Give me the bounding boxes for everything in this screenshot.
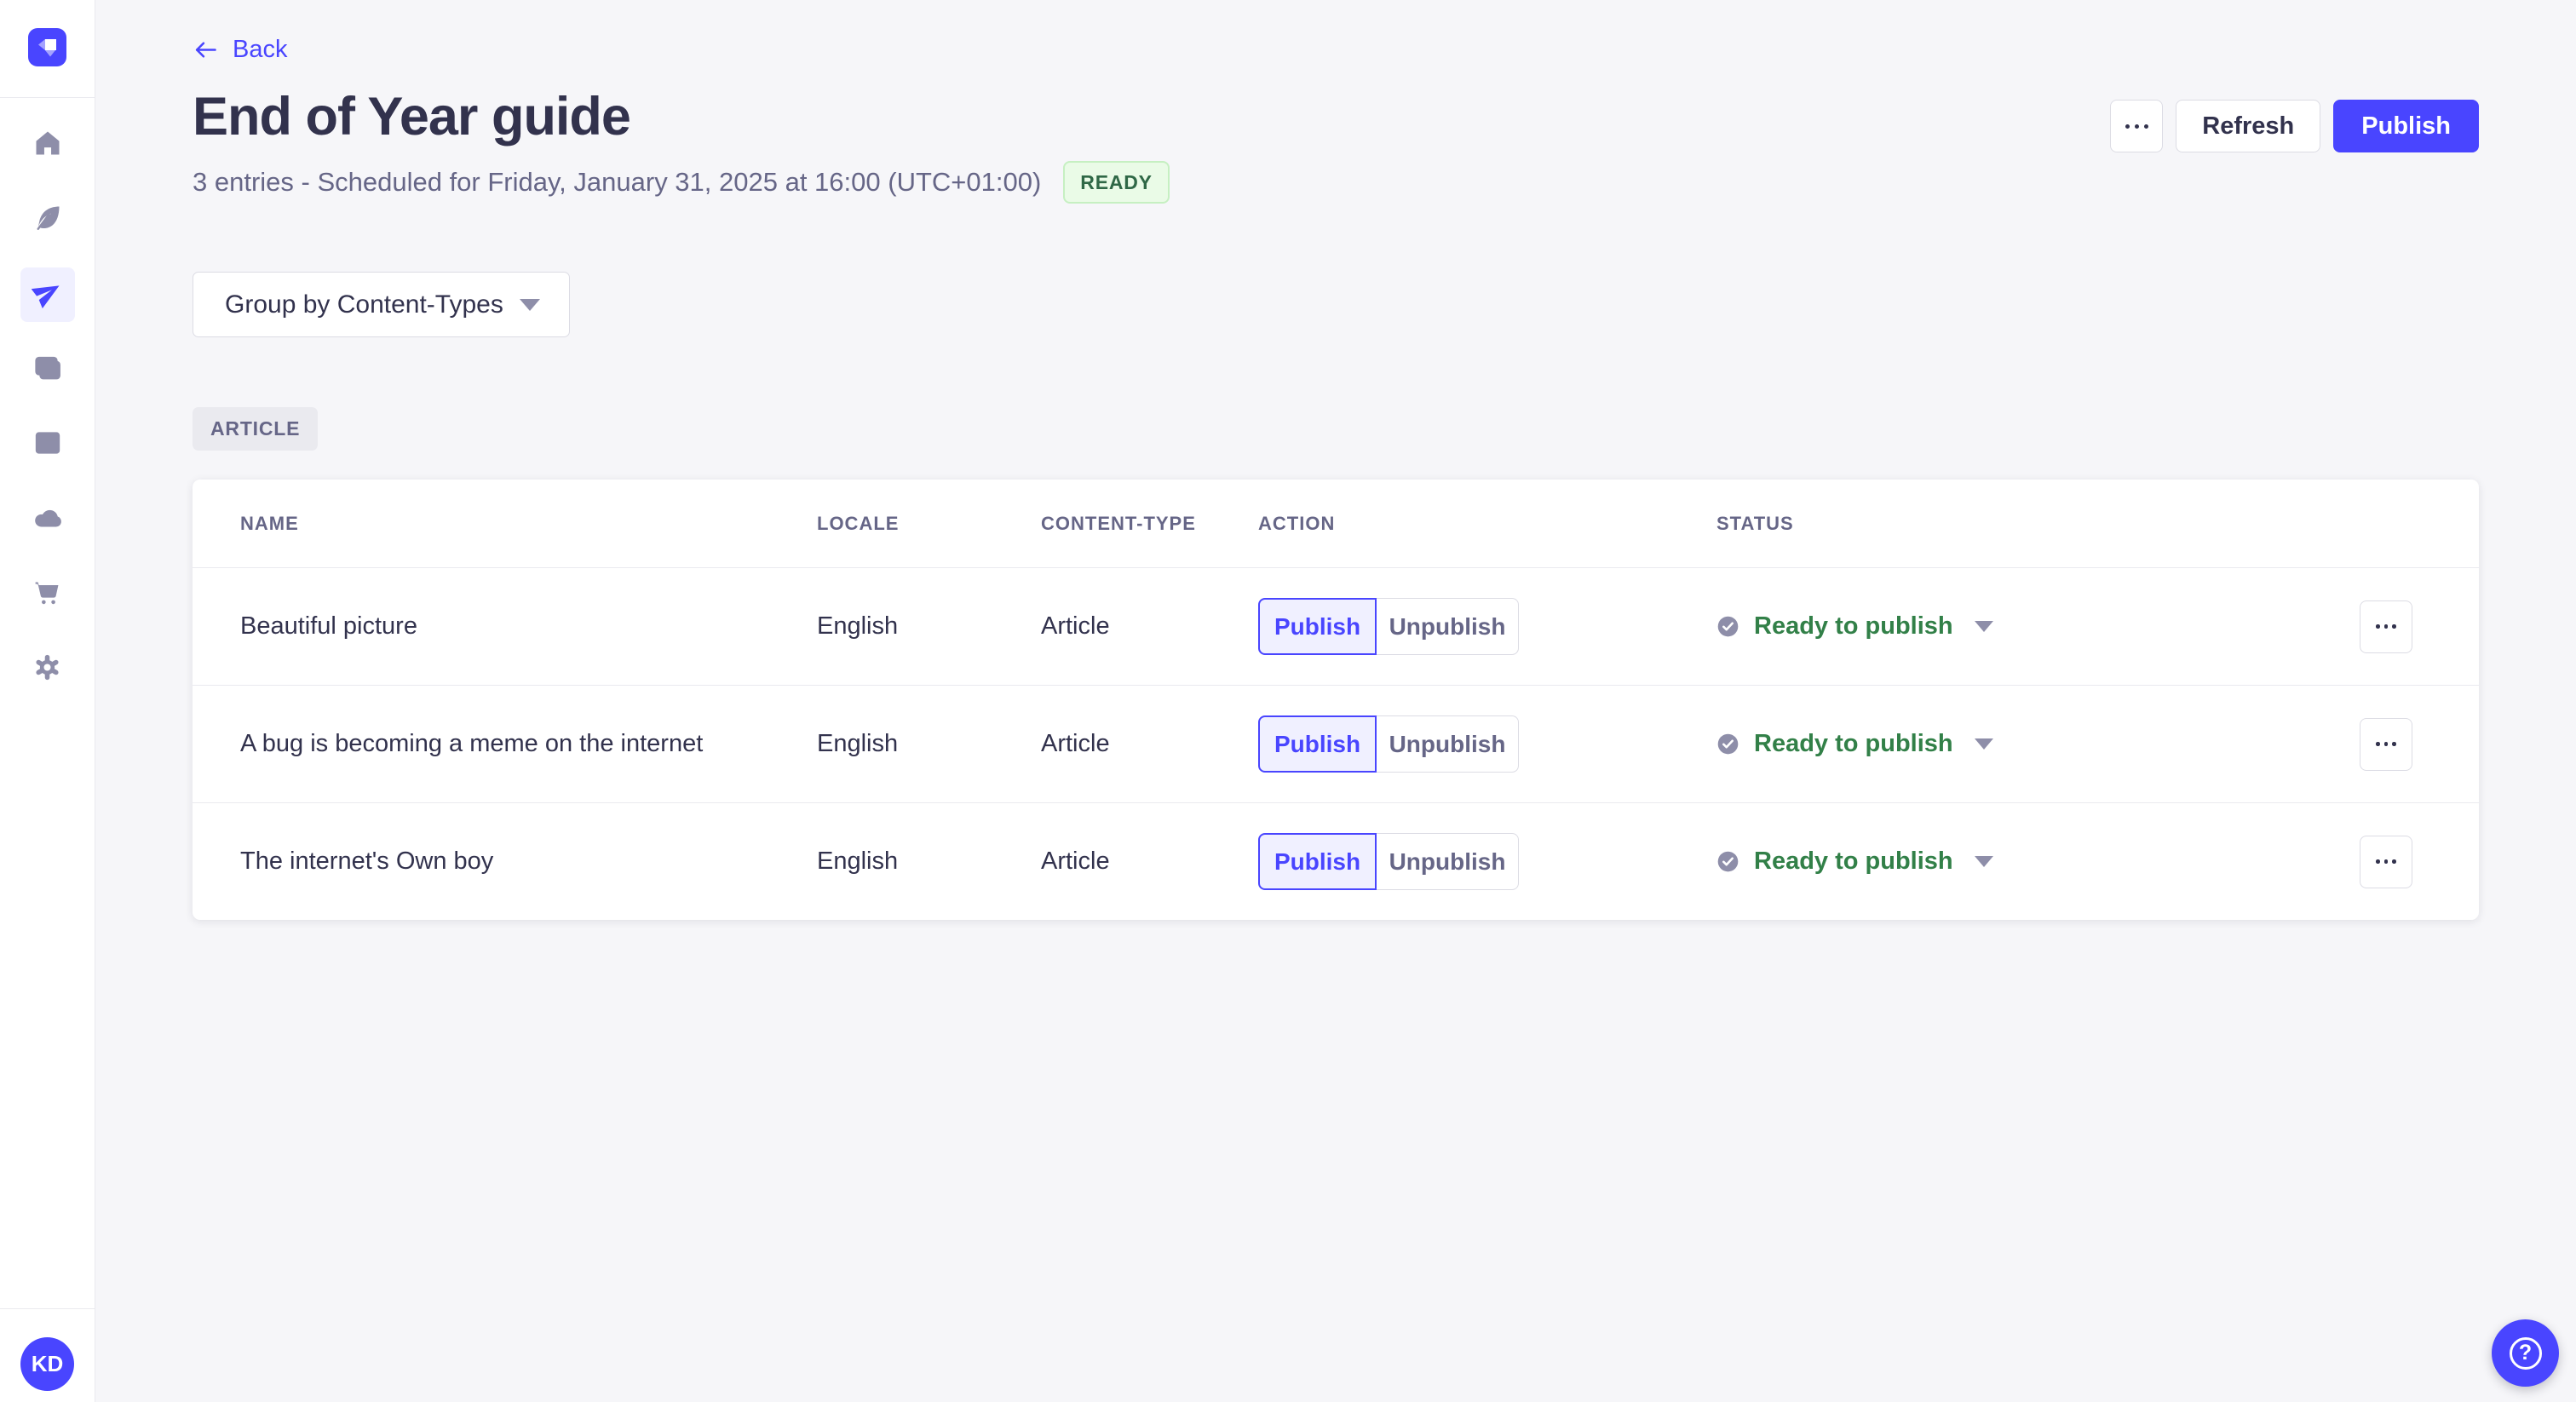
table-header-row: NAME LOCALE CONTENT-TYPE ACTION STATUS: [193, 480, 2479, 567]
entry-name: Beautiful picture: [240, 612, 417, 640]
check-circle-icon: [1717, 733, 1739, 755]
avatar[interactable]: KD: [20, 1337, 74, 1391]
entry-name: The internet's Own boy: [240, 848, 494, 875]
entry-more-cell: [2360, 600, 2412, 653]
column-header-name: NAME: [240, 512, 299, 534]
table-row: Beautiful picture English Article Publis…: [193, 567, 2479, 685]
back-link[interactable]: Back: [193, 36, 287, 64]
entries-table-card: NAME LOCALE CONTENT-TYPE ACTION STATUS B…: [193, 480, 2479, 920]
ellipsis-icon: [2125, 124, 2148, 129]
check-circle-icon: [1717, 851, 1739, 872]
entry-status-cell: Ready to publish: [1716, 612, 2360, 641]
content-type-group-chip: ARTICLE: [193, 407, 319, 451]
cloud-icon: [32, 502, 64, 538]
column-header-action: ACTION: [1258, 512, 1336, 534]
help-icon: ?: [2509, 1336, 2542, 1370]
status-label: Ready to publish: [1754, 612, 1953, 640]
main-content: Back End of Year guide 3 entries - Sched…: [95, 0, 2576, 1402]
sidebar-item-releases[interactable]: [20, 267, 75, 322]
strapi-logo[interactable]: [28, 28, 66, 66]
sidebar: KD: [0, 0, 95, 1402]
entry-content-type: Article: [1041, 612, 1110, 640]
status-badge: READY: [1063, 161, 1170, 204]
status-chevron-down-icon[interactable]: [1974, 621, 1993, 632]
page-header: Back End of Year guide 3 entries - Sched…: [193, 36, 2479, 204]
header-actions: Refresh Publish: [2110, 100, 2479, 152]
ellipsis-icon: [2376, 624, 2380, 629]
status-label: Ready to publish: [1754, 730, 1953, 757]
row-publish-button[interactable]: Publish: [1258, 598, 1377, 655]
publish-toggle-group: Publish Unpublish: [1258, 833, 1716, 890]
sidebar-item-content-manager[interactable]: [20, 192, 75, 247]
status-chevron-down-icon[interactable]: [1974, 738, 1993, 750]
publish-button[interactable]: Publish: [2333, 100, 2479, 152]
sidebar-footer: KD: [0, 1308, 95, 1402]
row-publish-button[interactable]: Publish: [1258, 715, 1377, 773]
sidebar-item-content-type-builder[interactable]: [20, 417, 75, 472]
entry-action-cell: Publish Unpublish: [1258, 598, 1716, 655]
sidebar-nav: [20, 118, 75, 697]
entry-content-type: Article: [1041, 848, 1110, 875]
sidebar-item-media-library[interactable]: [20, 342, 75, 397]
sidebar-item-settings[interactable]: [20, 642, 75, 697]
column-header-status: STATUS: [1716, 512, 1794, 534]
release-more-button[interactable]: [2110, 100, 2164, 152]
back-label: Back: [233, 36, 288, 63]
sidebar-divider: [0, 97, 95, 98]
arrow-left-icon: [195, 42, 216, 58]
subtitle-row: 3 entries - Scheduled for Friday, Januar…: [193, 161, 2479, 204]
group-by-select[interactable]: Group by Content-Types: [193, 272, 570, 337]
entry-more-cell: [2360, 835, 2412, 888]
entry-locale: English: [817, 848, 899, 875]
table-row: The internet's Own boy English Article P…: [193, 802, 2479, 920]
row-more-button[interactable]: [2360, 717, 2412, 771]
entry-content-type: Article: [1041, 730, 1110, 757]
publish-toggle-group: Publish Unpublish: [1258, 598, 1716, 655]
paper-plane-icon: [31, 277, 63, 313]
entry-more-cell: [2360, 717, 2412, 771]
media-library-icon: [32, 353, 63, 388]
cart-icon: [32, 577, 63, 612]
sidebar-item-home[interactable]: [20, 118, 75, 172]
ellipsis-icon: [2376, 742, 2380, 746]
refresh-button[interactable]: Refresh: [2176, 100, 2321, 152]
release-subtitle: 3 entries - Scheduled for Friday, Januar…: [193, 167, 1042, 197]
table-body: Beautiful picture English Article Publis…: [193, 567, 2479, 920]
column-header-locale: LOCALE: [817, 512, 900, 534]
home-icon: [32, 128, 63, 163]
ellipsis-icon: [2376, 859, 2380, 864]
help-button[interactable]: ?: [2492, 1319, 2559, 1387]
status-label: Ready to publish: [1754, 848, 1953, 875]
row-unpublish-button[interactable]: Unpublish: [1377, 715, 1519, 773]
strapi-logo-icon: [38, 39, 56, 57]
sidebar-item-marketplace[interactable]: [20, 567, 75, 622]
row-more-button[interactable]: [2360, 600, 2412, 653]
entry-status-cell: Ready to publish: [1716, 848, 2360, 876]
status-chevron-down-icon[interactable]: [1974, 856, 1993, 867]
row-unpublish-button[interactable]: Unpublish: [1377, 598, 1519, 655]
feather-icon: [32, 203, 63, 238]
column-header-content-type: CONTENT-TYPE: [1041, 512, 1196, 534]
sidebar-item-cloud[interactable]: [20, 492, 75, 547]
entry-status-cell: Ready to publish: [1716, 730, 2360, 758]
layout-icon: [32, 428, 63, 463]
gear-icon: [32, 652, 63, 687]
row-more-button[interactable]: [2360, 835, 2412, 888]
entry-name: A bug is becoming a meme on the internet: [240, 730, 704, 757]
check-circle-icon: [1717, 616, 1739, 637]
entry-action-cell: Publish Unpublish: [1258, 833, 1716, 890]
chevron-down-icon: [520, 298, 540, 311]
entry-locale: English: [817, 730, 899, 757]
row-publish-button[interactable]: Publish: [1258, 833, 1377, 890]
publish-toggle-group: Publish Unpublish: [1258, 715, 1716, 773]
entry-action-cell: Publish Unpublish: [1258, 715, 1716, 773]
row-unpublish-button[interactable]: Unpublish: [1377, 833, 1519, 890]
group-by-value: Group by Content-Types: [225, 290, 503, 319]
entry-locale: English: [817, 612, 899, 640]
table-row: A bug is becoming a meme on the internet…: [193, 685, 2479, 802]
